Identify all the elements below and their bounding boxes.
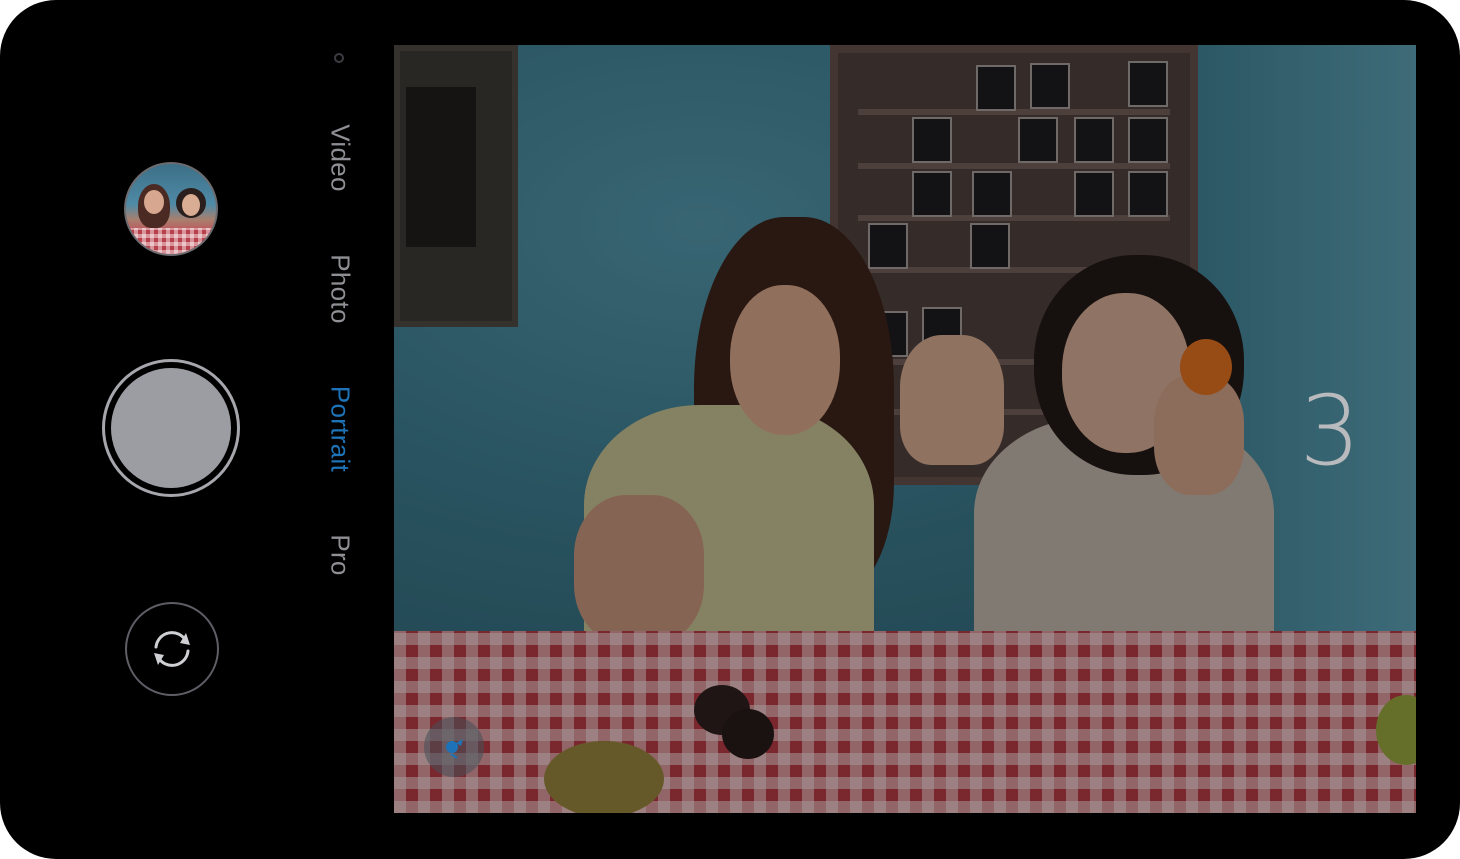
bokeh-icon	[446, 739, 463, 759]
mode-video[interactable]: Video	[325, 124, 356, 192]
viewfinder[interactable]: 3	[394, 45, 1416, 813]
mode-portrait[interactable]: Portrait	[325, 386, 356, 472]
bokeh-button[interactable]	[424, 717, 484, 777]
camera-app: Video Photo Portrait Pro 3	[0, 0, 1460, 859]
more-modes-dot-icon[interactable]	[334, 53, 344, 63]
mode-pro[interactable]: Pro	[325, 534, 356, 575]
switch-camera-button[interactable]	[125, 602, 219, 696]
mode-photo[interactable]: Photo	[325, 254, 356, 323]
viewfinder-dim-overlay	[394, 45, 1416, 813]
shutter-inner	[111, 368, 231, 488]
gallery-thumbnail[interactable]	[124, 162, 218, 256]
shutter-button[interactable]	[102, 359, 240, 497]
switch-camera-icon	[154, 631, 190, 667]
countdown-timer: 3	[1299, 375, 1361, 487]
